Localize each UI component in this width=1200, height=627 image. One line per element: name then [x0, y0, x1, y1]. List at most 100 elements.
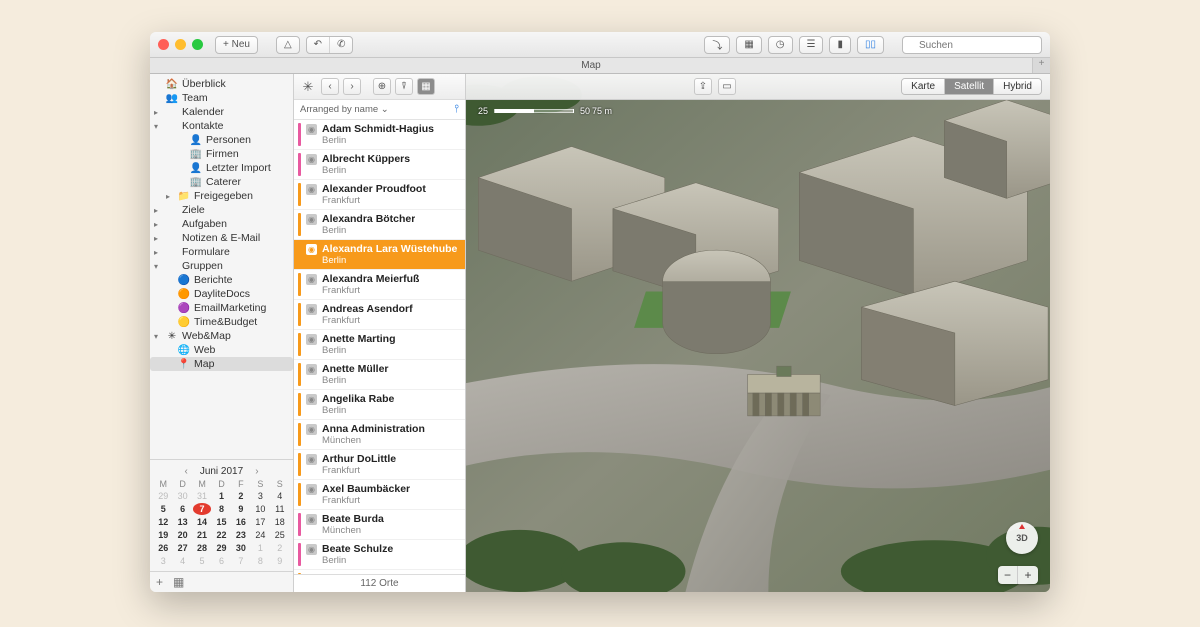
zoom-in-button[interactable]: +: [1018, 566, 1038, 584]
zoom-out-button[interactable]: −: [998, 566, 1018, 584]
cal-day[interactable]: 31: [193, 490, 211, 502]
cal-prev-button[interactable]: ‹: [180, 466, 191, 477]
contact-row[interactable]: ◉Alexandra Lara WüstehubeBerlin: [294, 240, 465, 270]
sidebar-item[interactable]: ▸Aufgaben: [150, 217, 293, 231]
cal-day[interactable]: 12: [154, 516, 172, 528]
cal-day[interactable]: 26: [154, 542, 172, 554]
cal-day[interactable]: 20: [173, 529, 191, 541]
notifications-button[interactable]: △: [276, 36, 300, 54]
sidebar-item[interactable]: ▾Gruppen: [150, 259, 293, 273]
phone-icon[interactable]: ✆: [330, 37, 352, 53]
sidebar-item[interactable]: ▾Kontakte: [150, 119, 293, 133]
cal-day[interactable]: 28: [193, 542, 211, 554]
filter-icon[interactable]: ⫯: [454, 103, 459, 116]
sidebar-item[interactable]: 📍Map: [150, 357, 293, 371]
cal-day[interactable]: 2: [271, 542, 289, 554]
cal-day[interactable]: 8: [251, 555, 269, 567]
contact-row[interactable]: ◉Andreas AsendorfFrankfurt: [294, 300, 465, 330]
contact-row[interactable]: ◉Anette MüllerBerlin: [294, 360, 465, 390]
cal-day[interactable]: 11: [271, 503, 289, 515]
cal-day[interactable]: 23: [232, 529, 250, 541]
cal-day[interactable]: 14: [193, 516, 211, 528]
cal-day[interactable]: 1: [251, 542, 269, 554]
sidebar-toggle-icon[interactable]: ▯▯: [858, 37, 883, 53]
cal-day[interactable]: 4: [173, 555, 191, 567]
sort-header[interactable]: Arranged by name ⌄ ⫯: [294, 100, 465, 120]
contact-row[interactable]: ◉Alexandra BötcherBerlin: [294, 210, 465, 240]
cal-day[interactable]: 24: [251, 529, 269, 541]
sidebar-item[interactable]: ▸Ziele: [150, 203, 293, 217]
sidebar-item[interactable]: 👥Team: [150, 91, 293, 105]
cal-day[interactable]: 27: [173, 542, 191, 554]
book-icon[interactable]: ▮: [830, 37, 850, 53]
cal-day[interactable]: 22: [212, 529, 230, 541]
cal-day[interactable]: 5: [193, 555, 211, 567]
cal-day[interactable]: 19: [154, 529, 172, 541]
search-input[interactable]: [902, 36, 1042, 54]
person-pin-icon[interactable]: ⍒: [395, 78, 413, 95]
bookmarks-icon[interactable]: ▭: [718, 78, 736, 95]
search-field[interactable]: [902, 35, 1042, 55]
zoom-icon[interactable]: [192, 39, 203, 50]
cal-day[interactable]: 6: [173, 503, 191, 515]
sidebar-item[interactable]: 🏠Überblick: [150, 77, 293, 91]
cal-day[interactable]: 5: [154, 503, 172, 515]
cal-day[interactable]: 30: [232, 542, 250, 554]
sidebar-item[interactable]: 🟣EmailMarketing: [150, 301, 293, 315]
timer-icon[interactable]: ◷: [769, 37, 792, 53]
sidebar-item[interactable]: 🔵Berichte: [150, 273, 293, 287]
sidebar-item[interactable]: 🌐Web: [150, 343, 293, 357]
mode-karte[interactable]: Karte: [902, 79, 945, 94]
map-viewport[interactable]: ⇪ ▭ Karte Satellit Hybrid 25 50 75 m 3D …: [466, 74, 1050, 592]
cal-day[interactable]: 18: [271, 516, 289, 528]
cal-day[interactable]: 29: [212, 542, 230, 554]
new-tab-button[interactable]: +: [1032, 58, 1050, 73]
cal-day[interactable]: 2: [232, 490, 250, 502]
sidebar-item[interactable]: ▸📁Freigegeben: [150, 189, 293, 203]
sidebar-item[interactable]: ▸Kalender: [150, 105, 293, 119]
contact-row[interactable]: ◉Anna AdministrationMünchen: [294, 420, 465, 450]
cal-day[interactable]: 10: [251, 503, 269, 515]
sidebar-item[interactable]: 🏢Caterer: [150, 175, 293, 189]
cal-day[interactable]: 21: [193, 529, 211, 541]
contact-row[interactable]: ◉Beate SchulzeBerlin: [294, 540, 465, 570]
contact-row[interactable]: ◉Albrecht KüppersBerlin: [294, 150, 465, 180]
cal-day[interactable]: 16: [232, 516, 250, 528]
minimize-icon[interactable]: [175, 39, 186, 50]
mode-satellit[interactable]: Satellit: [945, 79, 994, 94]
forward-button[interactable]: ›: [343, 78, 361, 95]
sidebar-item[interactable]: 🟡Time&Budget: [150, 315, 293, 329]
share-icon[interactable]: ⇪: [694, 78, 712, 95]
list-icon[interactable]: ☰: [800, 37, 823, 53]
cal-next-button[interactable]: ›: [251, 466, 262, 477]
cal-day[interactable]: 3: [251, 490, 269, 502]
cal-day[interactable]: 4: [271, 490, 289, 502]
cal-day[interactable]: 7: [193, 503, 211, 515]
add-button[interactable]: +: [156, 575, 163, 589]
back-button[interactable]: ‹: [321, 78, 339, 95]
cal-day[interactable]: 13: [173, 516, 191, 528]
mode-hybrid[interactable]: Hybrid: [994, 79, 1041, 94]
inbox-icon[interactable]: ⤵: [705, 37, 729, 53]
cal-day[interactable]: 8: [212, 503, 230, 515]
contact-row[interactable]: ◉Alexandra MeierfußFrankfurt: [294, 270, 465, 300]
calendar-toggle-icon[interactable]: ▦: [173, 575, 184, 589]
sidebar-item[interactable]: 👤Personen: [150, 133, 293, 147]
contact-row[interactable]: ◉Anette MartingBerlin: [294, 330, 465, 360]
cal-day[interactable]: 25: [271, 529, 289, 541]
new-button[interactable]: + Neu: [215, 36, 258, 54]
sidebar-item[interactable]: ▸Formulare: [150, 245, 293, 259]
cal-day[interactable]: 1: [212, 490, 230, 502]
cal-day[interactable]: 29: [154, 490, 172, 502]
cal-day[interactable]: 30: [173, 490, 191, 502]
map-mode-icon[interactable]: ▦: [417, 78, 435, 95]
cal-day[interactable]: 15: [212, 516, 230, 528]
sidebar-item[interactable]: 👤Letzter Import: [150, 161, 293, 175]
globe-icon[interactable]: ⊕: [373, 78, 391, 95]
cal-day[interactable]: 17: [251, 516, 269, 528]
contact-row[interactable]: ◉Arthur DoLittleFrankfurt: [294, 450, 465, 480]
contact-row[interactable]: ◉Angelika RabeBerlin: [294, 390, 465, 420]
calendar-sm-icon[interactable]: ▦: [737, 37, 760, 53]
sidebar-item[interactable]: ▸Notizen & E-Mail: [150, 231, 293, 245]
compass-3d-badge[interactable]: 3D: [1006, 522, 1038, 554]
